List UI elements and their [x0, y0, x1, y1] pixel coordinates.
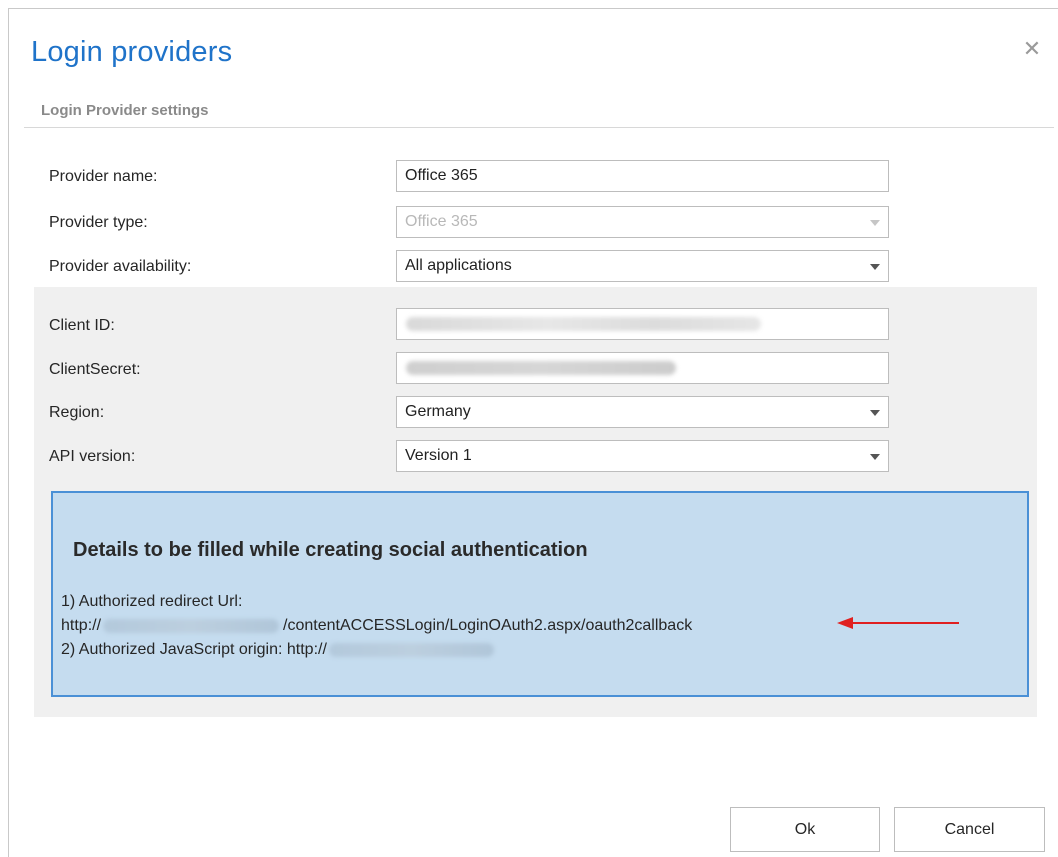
provider-availability-label: Provider availability: — [49, 258, 192, 275]
javascript-origin-line: 2) Authorized JavaScript origin: http:// — [61, 641, 497, 659]
provider-name-input[interactable]: Office 365 — [396, 160, 889, 192]
redacted-client-secret — [406, 361, 676, 375]
social-auth-info-box: Details to be filled while creating soci… — [51, 491, 1029, 697]
chevron-down-icon — [870, 220, 880, 226]
provider-type-select: Office 365 — [396, 206, 889, 238]
api-version-label: API version: — [49, 448, 136, 465]
region-value: Germany — [405, 403, 471, 420]
provider-availability-select[interactable]: All applications — [396, 250, 889, 282]
redirect-url-suffix: /contentACCESSLogin/LoginOAuth2.aspx/oau… — [283, 617, 693, 634]
ok-button[interactable]: Ok — [730, 807, 880, 852]
javascript-origin-prefix: 2) Authorized JavaScript origin: http:// — [61, 641, 327, 658]
redirect-url-label: 1) Authorized redirect Url: — [61, 593, 243, 610]
provider-name-value: Office 365 — [405, 167, 478, 184]
login-providers-dialog: Login providers ✕ Login Provider setting… — [8, 8, 1058, 857]
provider-availability-value: All applications — [405, 257, 512, 274]
red-arrow-icon — [837, 617, 959, 629]
chevron-down-icon — [870, 410, 880, 416]
close-icon[interactable]: ✕ — [1021, 38, 1043, 60]
client-secret-input[interactable] — [396, 352, 889, 384]
cancel-button[interactable]: Cancel — [894, 807, 1045, 852]
region-select[interactable]: Germany — [396, 396, 889, 428]
redirect-url-line: http:// /contentACCESSLogin/LoginOAuth2.a… — [61, 617, 692, 635]
provider-name-label: Provider name: — [49, 168, 158, 185]
client-secret-label: ClientSecret: — [49, 361, 141, 378]
client-id-label: Client ID: — [49, 317, 115, 334]
api-version-select[interactable]: Version 1 — [396, 440, 889, 472]
region-label: Region: — [49, 404, 105, 421]
chevron-down-icon — [870, 264, 880, 270]
section-divider — [24, 127, 1054, 128]
chevron-down-icon — [870, 454, 880, 460]
redacted-host — [103, 618, 280, 633]
provider-type-label: Provider type: — [49, 214, 148, 231]
redirect-url-prefix: http:// — [61, 617, 102, 634]
redacted-origin-host — [328, 642, 494, 657]
section-header: Login Provider settings — [41, 102, 209, 119]
info-title: Details to be filled while creating soci… — [73, 539, 588, 561]
redacted-client-id — [406, 317, 761, 331]
provider-type-value: Office 365 — [405, 213, 478, 230]
api-version-value: Version 1 — [405, 447, 472, 464]
client-id-input[interactable] — [396, 308, 889, 340]
dialog-title: Login providers — [31, 36, 233, 68]
